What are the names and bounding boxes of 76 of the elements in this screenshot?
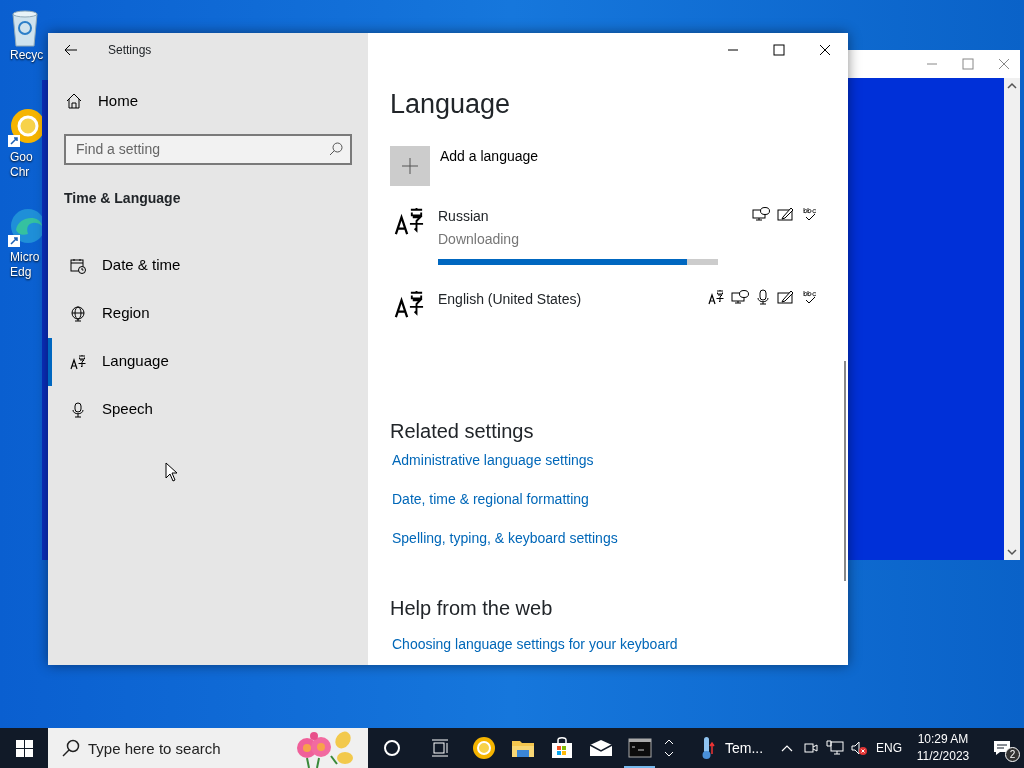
nav-item[interactable]: Speech [48,385,352,434]
windows-logo-icon [15,739,33,757]
scroll-up-icon [1007,82,1017,90]
desktop-icon-label[interactable]: Micro [6,250,40,265]
language-icon [70,353,86,370]
nav-item[interactable]: Language [48,337,352,386]
section-heading: Time & Language [64,188,182,208]
maximize-icon [773,43,785,56]
search-icon [62,739,80,757]
input-language-button[interactable]: ENG [871,728,907,768]
browser-shortcut-icon [6,106,44,150]
weather-button[interactable]: Tem... [679,728,775,768]
envelope-icon [588,739,613,757]
settings-link[interactable]: Date, time & regional formatting [390,489,589,510]
pen-icon [777,206,795,222]
desktop-icon-label[interactable]: Edg [6,265,32,280]
notification-button[interactable]: 2 [980,728,1024,768]
terminal-icon [627,738,652,758]
muted-speaker-icon [850,740,868,756]
browser-icon [471,736,496,760]
microphone-icon [756,289,770,305]
spell-check-icon [802,206,818,222]
plus-icon [401,157,419,175]
thermometer-icon [701,736,715,760]
desktop-icon-label[interactable]: Chr [6,165,30,180]
back-button[interactable] [64,43,80,56]
spell-check-icon [802,289,818,305]
mouse-cursor-icon [165,462,178,482]
folder-icon [510,738,535,758]
close-icon [819,43,831,56]
desktop-icon-label[interactable]: Goo [6,150,33,165]
status-text: Downloading [438,230,519,249]
settings-link[interactable]: Spelling, typing, & keyboard settings [390,528,618,549]
date-text: 11/2/2023 [916,748,970,765]
chevron-up-icon [664,739,674,745]
settings-link[interactable]: Administrative language settings [390,450,594,471]
language-icon [394,289,424,319]
search-field[interactable]: Find a setting [64,133,352,165]
language-icon [394,206,424,236]
language-name[interactable]: English (United States) [438,289,582,310]
circle-icon [383,739,401,757]
display-speech-icon [731,289,749,305]
camera-icon [803,740,819,756]
desktop-icon-label[interactable]: Recyc [6,48,44,63]
section-heading: Related settings [390,419,535,444]
calendar-clock-icon [70,257,86,274]
home-link[interactable]: Home [64,90,352,113]
display-speech-icon [752,206,770,222]
globe-icon [70,305,86,322]
add-language-link[interactable]: Add a language [440,146,539,186]
language-icon [708,289,724,305]
search-icon [329,141,343,156]
nav-item[interactable]: Date & time [48,241,352,290]
home-icon [66,93,82,110]
notification-icon [992,739,1012,757]
scroll-down-icon [1007,548,1017,556]
language-name[interactable]: Russian [438,206,519,227]
maximize-icon [962,58,974,70]
network-icon [826,740,844,756]
task-view-icon [431,739,449,757]
time-text: 10:29 AM [917,731,969,748]
chevron-down-icon [664,751,674,757]
help-link[interactable]: Choosing language settings for your keyboard [390,634,678,655]
window-title: Settings [108,41,152,59]
page-title: Language [390,88,512,121]
browser-shortcut-icon [6,206,44,250]
chevron-up-icon [781,744,793,752]
back-arrow-icon [64,43,78,56]
notification-count: 2 [1005,747,1020,762]
section-heading: Help from the web [390,596,554,621]
pen-icon [777,289,795,305]
close-icon [998,58,1010,70]
microphone-icon [70,401,86,418]
nav-item[interactable]: Region [48,289,352,338]
store-bag-icon [550,737,573,759]
clock-button[interactable]: 10:29 AM 11/2/2023 [907,728,979,768]
